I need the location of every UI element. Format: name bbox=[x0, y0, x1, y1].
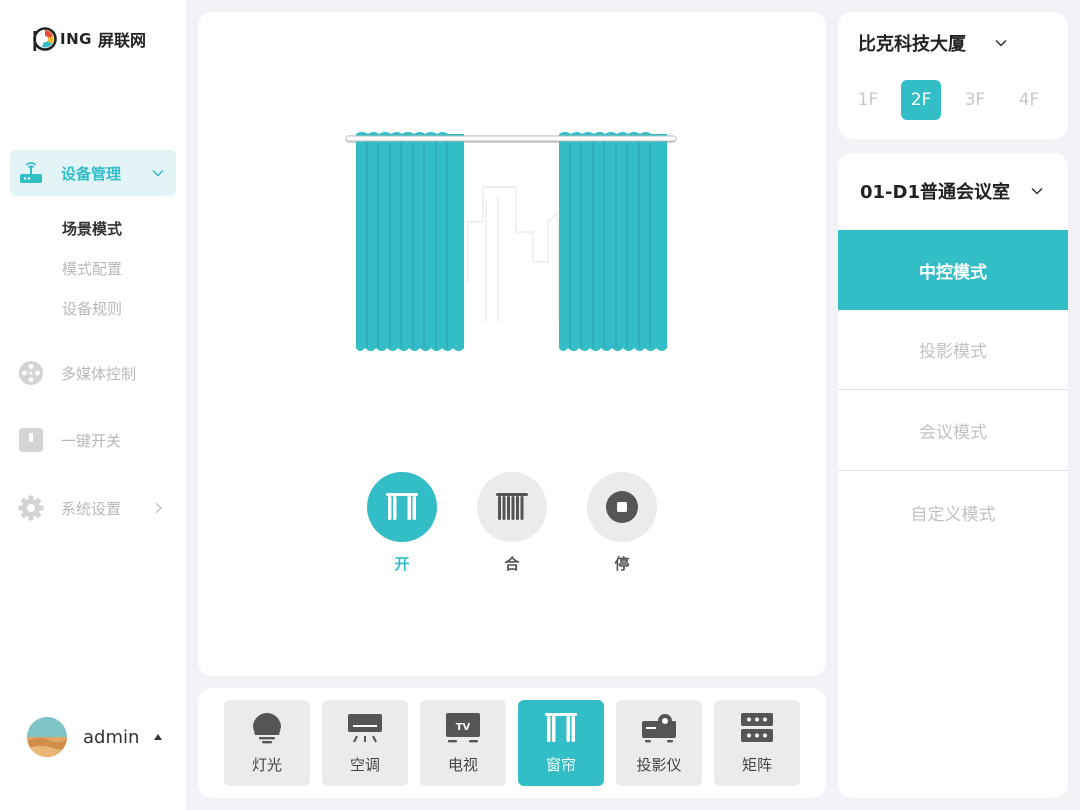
chevron-down-icon[interactable] bbox=[994, 36, 1008, 50]
mode-projection[interactable]: 投影模式 bbox=[838, 310, 1068, 390]
device-label: 电视 bbox=[447, 756, 478, 774]
sidebar: ING 屏联网 设备管理 场景模式 模式配置 设备规则 多媒体控制 一键开关 系… bbox=[0, 0, 186, 810]
curtain-close-icon bbox=[477, 472, 547, 542]
sidebar-item-label: 多媒体控制 bbox=[61, 364, 137, 383]
curtain-icon bbox=[541, 710, 581, 746]
close-button[interactable]: 合 bbox=[477, 472, 547, 574]
device-label: 灯光 bbox=[251, 756, 282, 774]
room-panel: 01-D1普通会议室 中控模式 投影模式 会议模式 自定义模式 bbox=[838, 153, 1068, 798]
logo-text-cn: 屏联网 bbox=[97, 31, 146, 50]
sub-item-device-rules[interactable]: 设备规则 bbox=[62, 298, 122, 319]
device-light[interactable]: 灯光 bbox=[224, 700, 310, 786]
switch-icon bbox=[18, 427, 44, 453]
device-air-conditioner[interactable]: 空调 bbox=[322, 700, 408, 786]
sidebar-item-device-management[interactable]: 设备管理 bbox=[10, 150, 176, 196]
chevron-right-icon bbox=[155, 502, 163, 514]
mode-meeting[interactable]: 会议模式 bbox=[838, 391, 1068, 471]
room-name[interactable]: 01-D1普通会议室 bbox=[860, 178, 1010, 204]
open-button[interactable]: 开 bbox=[367, 472, 437, 574]
projector-icon bbox=[639, 710, 679, 746]
sub-item-scene-mode[interactable]: 场景模式 bbox=[62, 218, 122, 239]
sidebar-item-one-key-switch[interactable]: 一键开关 bbox=[10, 417, 176, 463]
device-curtain[interactable]: 窗帘 bbox=[518, 700, 604, 786]
stop-button[interactable]: 停 bbox=[587, 472, 657, 574]
user-menu[interactable]: admin bbox=[27, 717, 163, 757]
device-label: 空调 bbox=[349, 756, 380, 774]
logo-text-en: ING bbox=[60, 30, 92, 48]
building-name[interactable]: 比克科技大厦 bbox=[858, 30, 966, 56]
sidebar-item-label: 系统设置 bbox=[61, 499, 122, 518]
device-label: 矩阵 bbox=[741, 756, 772, 774]
sidebar-item-label: 设备管理 bbox=[61, 164, 122, 183]
stop-icon bbox=[587, 472, 657, 542]
device-label: 投影仪 bbox=[636, 756, 682, 774]
gear-icon bbox=[18, 495, 44, 521]
film-reel-icon bbox=[18, 360, 44, 386]
sidebar-item-label: 一键开关 bbox=[61, 431, 122, 450]
sub-item-mode-config[interactable]: 模式配置 bbox=[62, 258, 122, 279]
floor-1f[interactable]: 1F bbox=[848, 80, 888, 120]
device-label: 窗帘 bbox=[545, 756, 576, 774]
curtain-illustration bbox=[345, 132, 677, 351]
logo-mark-icon bbox=[33, 27, 57, 51]
mode-central-control[interactable]: 中控模式 bbox=[838, 230, 1068, 310]
sidebar-item-system-settings[interactable]: 系统设置 bbox=[10, 485, 176, 531]
sidebar-item-multimedia[interactable]: 多媒体控制 bbox=[10, 350, 176, 396]
username: admin bbox=[83, 726, 140, 748]
device-bar: 灯光 空调 TV 电视 窗帘 投影仪 矩阵 bbox=[198, 688, 826, 798]
floor-3f[interactable]: 3F bbox=[955, 80, 995, 120]
device-tv[interactable]: TV 电视 bbox=[420, 700, 506, 786]
chevron-down-icon[interactable] bbox=[1030, 184, 1044, 198]
light-bulb-icon bbox=[247, 710, 287, 746]
device-matrix[interactable]: 矩阵 bbox=[714, 700, 800, 786]
building-selector: 比克科技大厦 1F 2F 3F 4F bbox=[838, 12, 1068, 139]
open-label: 开 bbox=[394, 555, 410, 573]
mode-custom[interactable]: 自定义模式 bbox=[838, 472, 1068, 552]
curtain-control-panel: 开 合 停 bbox=[198, 12, 826, 676]
tv-icon-text: TV bbox=[456, 722, 471, 733]
logo: ING 屏联网 bbox=[32, 26, 146, 52]
avatar[interactable] bbox=[27, 717, 67, 757]
matrix-icon bbox=[737, 710, 777, 746]
chevron-down-icon bbox=[152, 169, 164, 177]
tv-icon: TV bbox=[443, 710, 483, 746]
floor-4f[interactable]: 4F bbox=[1009, 80, 1049, 120]
stop-label: 停 bbox=[614, 555, 630, 573]
curtain-open-icon bbox=[367, 472, 437, 542]
floor-2f[interactable]: 2F bbox=[901, 80, 941, 120]
air-conditioner-icon bbox=[345, 710, 385, 746]
device-projector[interactable]: 投影仪 bbox=[616, 700, 702, 786]
router-icon bbox=[18, 160, 44, 186]
close-label: 合 bbox=[504, 555, 520, 573]
caret-up-icon[interactable] bbox=[153, 732, 163, 742]
